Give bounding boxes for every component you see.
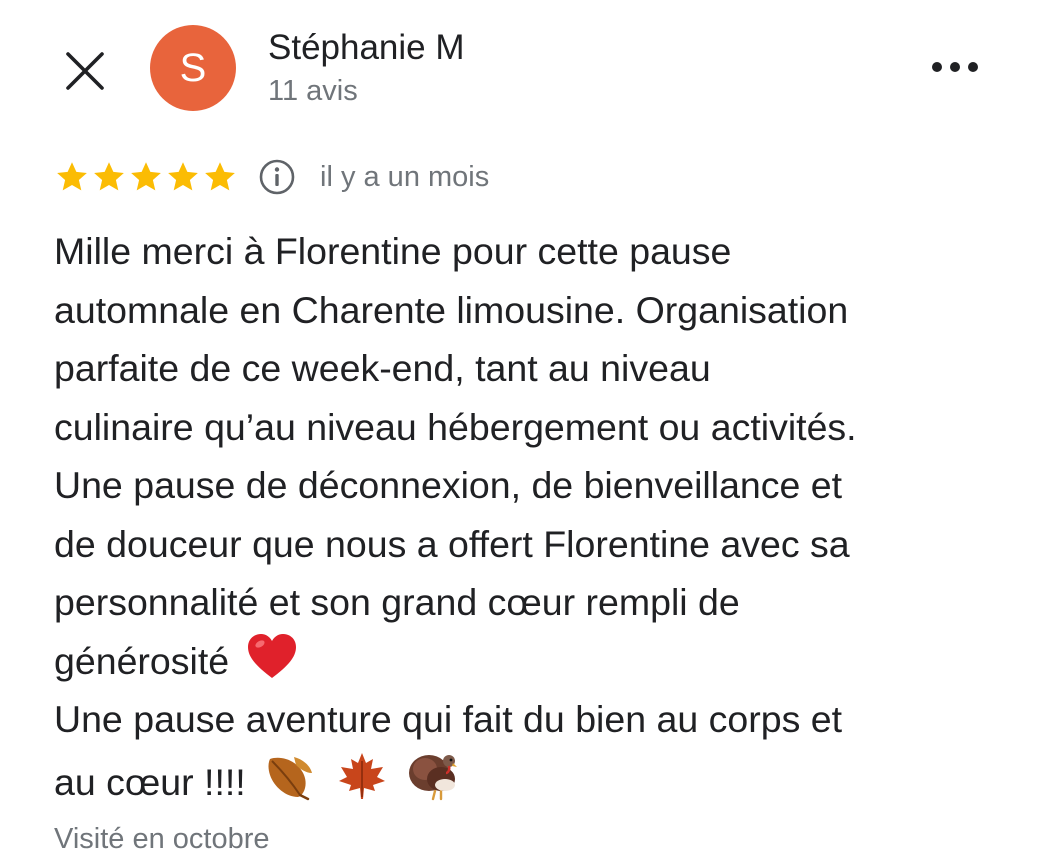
star-icon xyxy=(168,162,198,191)
close-icon xyxy=(66,52,104,90)
star-icon xyxy=(131,162,161,191)
star-rating xyxy=(54,159,238,195)
avatar[interactable]: S xyxy=(150,25,236,111)
close-button[interactable] xyxy=(60,46,110,96)
fallen-leaf-emoji xyxy=(268,756,313,800)
review-line-with-emojis: au cœur !!!! xyxy=(54,749,1034,812)
review-line: culinaire qu’au niveau hébergement ou ac… xyxy=(54,405,857,448)
visit-date: Visité en octobre xyxy=(54,823,270,855)
heart-emoji xyxy=(247,633,296,678)
avatar-initial: S xyxy=(179,46,207,90)
rating-row: il y a un mois xyxy=(54,154,489,200)
star-icon xyxy=(205,162,235,191)
info-icon[interactable] xyxy=(258,158,296,196)
review-line: Une pause de déconnexion, de bienveillan… xyxy=(54,464,843,506)
review-line: personnalité et son grand cœur rempli de xyxy=(54,581,740,623)
review-line: parfaite de ce week-end, tant au niveau xyxy=(54,347,711,389)
maple-leaf-emoji xyxy=(338,752,385,799)
review-line: de douceur que nous a offert Florentine … xyxy=(54,522,850,565)
review-detail-screen: S Stéphanie M 11 avis il y a un mois Mil… xyxy=(0,0,1040,868)
turkey-emoji xyxy=(408,754,457,800)
review-line: générosité xyxy=(54,639,230,682)
review-line: Une pause aventure qui fait du bien au c… xyxy=(54,698,843,740)
review-date: il y a un mois xyxy=(320,160,490,193)
more-horizontal-icon xyxy=(932,62,978,72)
star-icon xyxy=(57,162,87,191)
review-line-with-heart: générosité xyxy=(54,632,1034,691)
review-line: Mille merci à Florentine pour cette paus… xyxy=(54,230,732,272)
more-options-button[interactable] xyxy=(928,52,982,82)
author-name[interactable]: Stéphanie M xyxy=(268,28,465,68)
review-line: automnale en Charente limousine. Organis… xyxy=(54,288,849,331)
review-line: au cœur !!!! xyxy=(54,760,246,803)
review-count: 11 avis xyxy=(268,75,358,107)
review-text: Mille merci à Florentine pour cette paus… xyxy=(54,222,1034,811)
star-icon xyxy=(94,162,124,191)
